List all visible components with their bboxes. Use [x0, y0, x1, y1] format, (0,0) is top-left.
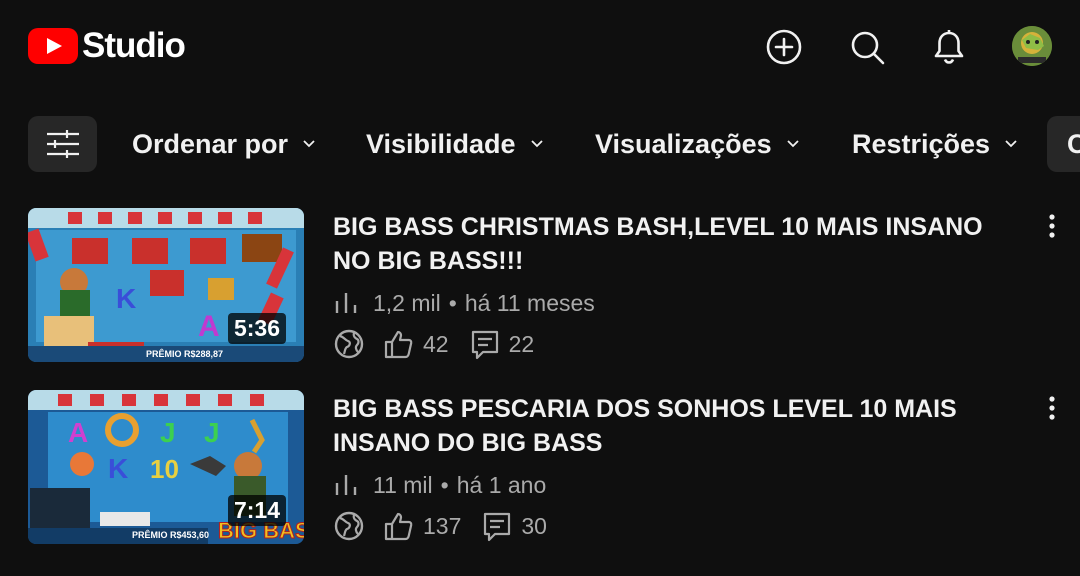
- comment-icon: [484, 512, 511, 542]
- svg-text:K: K: [116, 283, 136, 314]
- video-stats: 137 30: [333, 510, 547, 542]
- analytics-icon: [335, 475, 357, 495]
- chip-label: Ordenar por: [132, 128, 289, 159]
- like-count: 42: [423, 330, 449, 357]
- create-icon[interactable]: [765, 28, 803, 66]
- chip-views[interactable]: Visualizações: [575, 116, 820, 172]
- youtube-play-icon: [28, 28, 78, 64]
- chip-label: Restrições: [852, 128, 991, 159]
- meta-separator: •: [440, 471, 449, 498]
- chip-label: C: [1067, 129, 1080, 159]
- chevron-down-icon: [786, 140, 799, 148]
- svg-text:J: J: [204, 417, 220, 448]
- video-stats: 42 22: [333, 328, 534, 360]
- like-icon: [384, 512, 413, 541]
- notifications-icon[interactable]: [930, 28, 968, 66]
- filter-bar: Ordenar por Visibilidade Visualizações R…: [0, 116, 1080, 174]
- view-count: 1,2 mil: [373, 289, 441, 316]
- logo-text: Studio: [82, 26, 186, 65]
- chevron-down-icon: [303, 140, 315, 148]
- svg-text:A: A: [68, 417, 88, 448]
- video-thumbnail[interactable]: A J J K 10 BIG BASS PRÊMIO R$453,60 7:14: [28, 390, 304, 544]
- more-options-icon[interactable]: [1042, 394, 1062, 424]
- video-thumbnail[interactable]: K A PRÊMIO R$288,87 5:36: [28, 208, 304, 362]
- svg-text:K: K: [108, 453, 128, 484]
- more-options-icon[interactable]: [1042, 212, 1062, 242]
- svg-text:J: J: [160, 417, 176, 448]
- app-header: Studio: [0, 0, 1080, 96]
- chip-visibility[interactable]: Visibilidade: [346, 116, 564, 172]
- video-meta: 11 mil • há 1 ano: [333, 470, 546, 500]
- view-count: 11 mil: [373, 471, 433, 498]
- video-title[interactable]: BIG BASS CHRISTMAS BASH,LEVEL 10 MAIS IN…: [333, 210, 1023, 278]
- video-row[interactable]: A J J K 10 BIG BASS PRÊMIO R$453,60 7:14…: [0, 390, 1080, 550]
- globe-icon: [334, 511, 364, 541]
- chevron-down-icon: [530, 140, 543, 148]
- like-count: 137: [423, 512, 462, 539]
- comment-icon: [471, 330, 498, 360]
- avatar[interactable]: [1012, 26, 1052, 66]
- svg-text:10: 10: [150, 454, 179, 484]
- analytics-icon: [335, 293, 357, 313]
- video-title[interactable]: BIG BASS PESCARIA DOS SONHOS LEVEL 10 MA…: [333, 392, 1023, 460]
- chip-label: Visualizações: [595, 128, 772, 159]
- video-meta: 1,2 mil • há 11 meses: [333, 288, 595, 318]
- upload-age: há 1 ano: [456, 471, 547, 498]
- video-duration: 5:36: [227, 313, 286, 344]
- globe-icon: [334, 329, 364, 359]
- filter-settings-button[interactable]: [28, 116, 97, 172]
- chip-sort-by[interactable]: Ordenar por: [112, 116, 337, 172]
- youtube-studio-logo[interactable]: Studio: [28, 26, 186, 66]
- search-icon[interactable]: [848, 28, 886, 66]
- svg-text:A: A: [198, 310, 220, 343]
- comment-count: 22: [508, 330, 535, 357]
- comment-count: 30: [521, 512, 547, 539]
- chip-label: Visibilidade: [366, 128, 516, 159]
- video-row[interactable]: K A PRÊMIO R$288,87 5:36 BIG BASS CHRIST…: [0, 208, 1080, 368]
- chip-restrictions[interactable]: Restrições: [832, 116, 1039, 172]
- chevron-down-icon: [1005, 140, 1017, 148]
- upload-age: há 11 meses: [464, 289, 595, 316]
- like-icon: [384, 330, 413, 359]
- video-duration: 7:14: [227, 495, 286, 526]
- sliders-icon: [47, 130, 79, 158]
- meta-separator: •: [448, 289, 457, 316]
- chip-partial[interactable]: C: [1047, 116, 1080, 172]
